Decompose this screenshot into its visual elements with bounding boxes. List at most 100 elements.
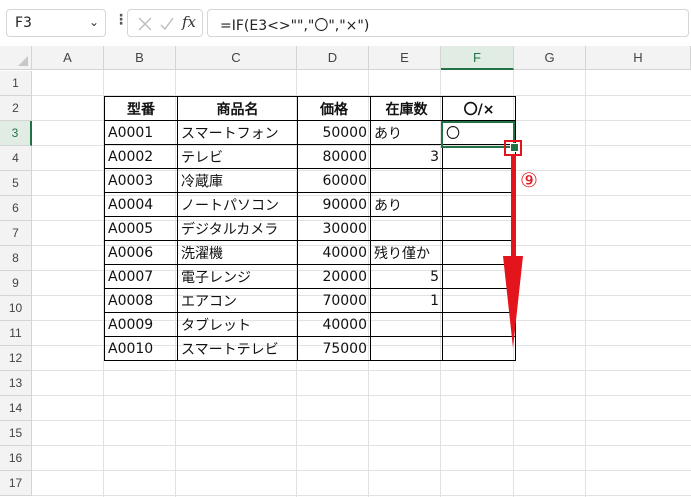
formula-bar: F3 ⌄ ⋮ fx =IF(E3<>"","〇","×"): [0, 0, 691, 46]
cell-name[interactable]: エアコン: [177, 288, 298, 313]
row-header-2[interactable]: 2: [0, 96, 32, 121]
column-header-d[interactable]: D: [297, 46, 369, 70]
cancel-icon[interactable]: [137, 16, 153, 36]
cell-price[interactable]: 40000: [297, 240, 371, 265]
grid-hline: [32, 370, 691, 371]
cell-model[interactable]: A0006: [104, 240, 178, 265]
cell-name[interactable]: 洗濯機: [177, 240, 298, 265]
cell-model[interactable]: A0008: [104, 288, 178, 313]
cell-price[interactable]: 20000: [297, 264, 371, 289]
chevron-down-icon[interactable]: ⌄: [89, 15, 99, 29]
cell-price[interactable]: 30000: [297, 216, 371, 241]
cell-name[interactable]: 冷蔵庫: [177, 168, 298, 193]
row-header-15[interactable]: 15: [0, 421, 32, 446]
column-header-f[interactable]: F: [441, 46, 514, 70]
cell-stock[interactable]: あり: [370, 120, 443, 145]
grid-hline: [32, 495, 691, 496]
cell-stock[interactable]: 5: [370, 264, 443, 289]
table-header-cell[interactable]: 型番: [104, 96, 178, 121]
table-row: A0006 洗濯機 40000 残り僅か: [104, 240, 516, 265]
column-header-e[interactable]: E: [369, 46, 441, 70]
row-header-14[interactable]: 14: [0, 396, 32, 421]
insert-function-icon[interactable]: fx: [182, 13, 196, 31]
cell-stock[interactable]: [370, 216, 443, 241]
grid-hline: [32, 470, 691, 471]
more-options-icon[interactable]: ⋮: [114, 12, 128, 28]
cell-result[interactable]: [442, 168, 516, 193]
row-header-6[interactable]: 6: [0, 196, 32, 221]
enter-icon[interactable]: [159, 16, 175, 36]
step-number-label: ⑨: [520, 168, 538, 192]
row-header-13[interactable]: 13: [0, 371, 32, 396]
formula-text: =IF(E3<>"","〇","×"): [220, 18, 370, 34]
grid-hline: [32, 420, 691, 421]
fill-handle-highlight: [504, 140, 522, 156]
cell-model[interactable]: A0001: [104, 120, 178, 145]
cell-name[interactable]: デジタルカメラ: [177, 216, 298, 241]
cell-model[interactable]: A0004: [104, 192, 178, 217]
cell-price[interactable]: 75000: [297, 336, 371, 361]
cell-name[interactable]: スマートテレビ: [177, 336, 298, 361]
cell-stock[interactable]: 3: [370, 144, 443, 169]
cell-stock[interactable]: 残り僅か: [370, 240, 443, 265]
row-header-7[interactable]: 7: [0, 221, 32, 246]
table-header-cell[interactable]: 商品名: [177, 96, 298, 121]
table-row: A0008 エアコン 70000 1: [104, 288, 516, 313]
row-header-4[interactable]: 4: [0, 146, 32, 171]
column-header-a[interactable]: A: [32, 46, 104, 70]
row-header-12[interactable]: 12: [0, 346, 32, 371]
cell-price[interactable]: 40000: [297, 312, 371, 337]
cell-stock[interactable]: [370, 312, 443, 337]
cell-model[interactable]: A0003: [104, 168, 178, 193]
row-header-9[interactable]: 9: [0, 271, 32, 296]
row-header-8[interactable]: 8: [0, 246, 32, 271]
cell-result[interactable]: [442, 192, 516, 217]
cell-model[interactable]: A0002: [104, 144, 178, 169]
table-header-row: 型番 商品名 価格 在庫数 〇/×: [104, 96, 516, 121]
formula-actions: fx: [127, 9, 203, 37]
table-header-cell[interactable]: 〇/×: [442, 96, 516, 121]
grid-hline: [32, 395, 691, 396]
row-header-1[interactable]: 1: [0, 71, 32, 96]
cell-price[interactable]: 70000: [297, 288, 371, 313]
name-box[interactable]: F3 ⌄: [6, 9, 106, 37]
cell-price[interactable]: 90000: [297, 192, 371, 217]
cell-model[interactable]: A0005: [104, 216, 178, 241]
cell-model[interactable]: A0009: [104, 312, 178, 337]
cell-stock[interactable]: [370, 168, 443, 193]
cell-name[interactable]: 電子レンジ: [177, 264, 298, 289]
cell-name[interactable]: タブレット: [177, 312, 298, 337]
row-header-3[interactable]: 3: [0, 121, 32, 146]
cell-name[interactable]: スマートフォン: [177, 120, 298, 145]
row-header-16[interactable]: 16: [0, 446, 32, 471]
row-header-11[interactable]: 11: [0, 321, 32, 346]
table-row: A0003 冷蔵庫 60000: [104, 168, 516, 193]
table-row: A0004 ノートパソコン 90000 あり: [104, 192, 516, 217]
cell-price[interactable]: 60000: [297, 168, 371, 193]
cell-model[interactable]: A0007: [104, 264, 178, 289]
column-header-c[interactable]: C: [176, 46, 297, 70]
cell-stock[interactable]: [370, 336, 443, 361]
cell-price[interactable]: 50000: [297, 120, 371, 145]
table-row: A0002 テレビ 80000 3: [104, 144, 516, 169]
cell-name[interactable]: ノートパソコン: [177, 192, 298, 217]
table-header-cell[interactable]: 価格: [297, 96, 371, 121]
column-header-filler: [658, 46, 691, 70]
column-header-b[interactable]: B: [104, 46, 176, 70]
row-header-17[interactable]: 17: [0, 471, 32, 496]
cell-stock[interactable]: 1: [370, 288, 443, 313]
cell-stock[interactable]: あり: [370, 192, 443, 217]
cell-result[interactable]: [442, 216, 516, 241]
column-header-g[interactable]: G: [514, 46, 586, 70]
table-row: A0010 スマートテレビ 75000: [104, 336, 516, 361]
select-all-corner[interactable]: [0, 46, 32, 70]
drag-arrow-head: [503, 256, 523, 348]
cell-price[interactable]: 80000: [297, 144, 371, 169]
formula-input[interactable]: =IF(E3<>"","〇","×"): [207, 9, 689, 37]
row-header-10[interactable]: 10: [0, 296, 32, 321]
row-header-5[interactable]: 5: [0, 171, 32, 196]
cell-name[interactable]: テレビ: [177, 144, 298, 169]
table-header-cell[interactable]: 在庫数: [370, 96, 443, 121]
product-table: 型番 商品名 価格 在庫数 〇/× A0001 スマートフォン 50000 あり〇 A0002 テレ…: [104, 96, 516, 361]
cell-model[interactable]: A0010: [104, 336, 178, 361]
